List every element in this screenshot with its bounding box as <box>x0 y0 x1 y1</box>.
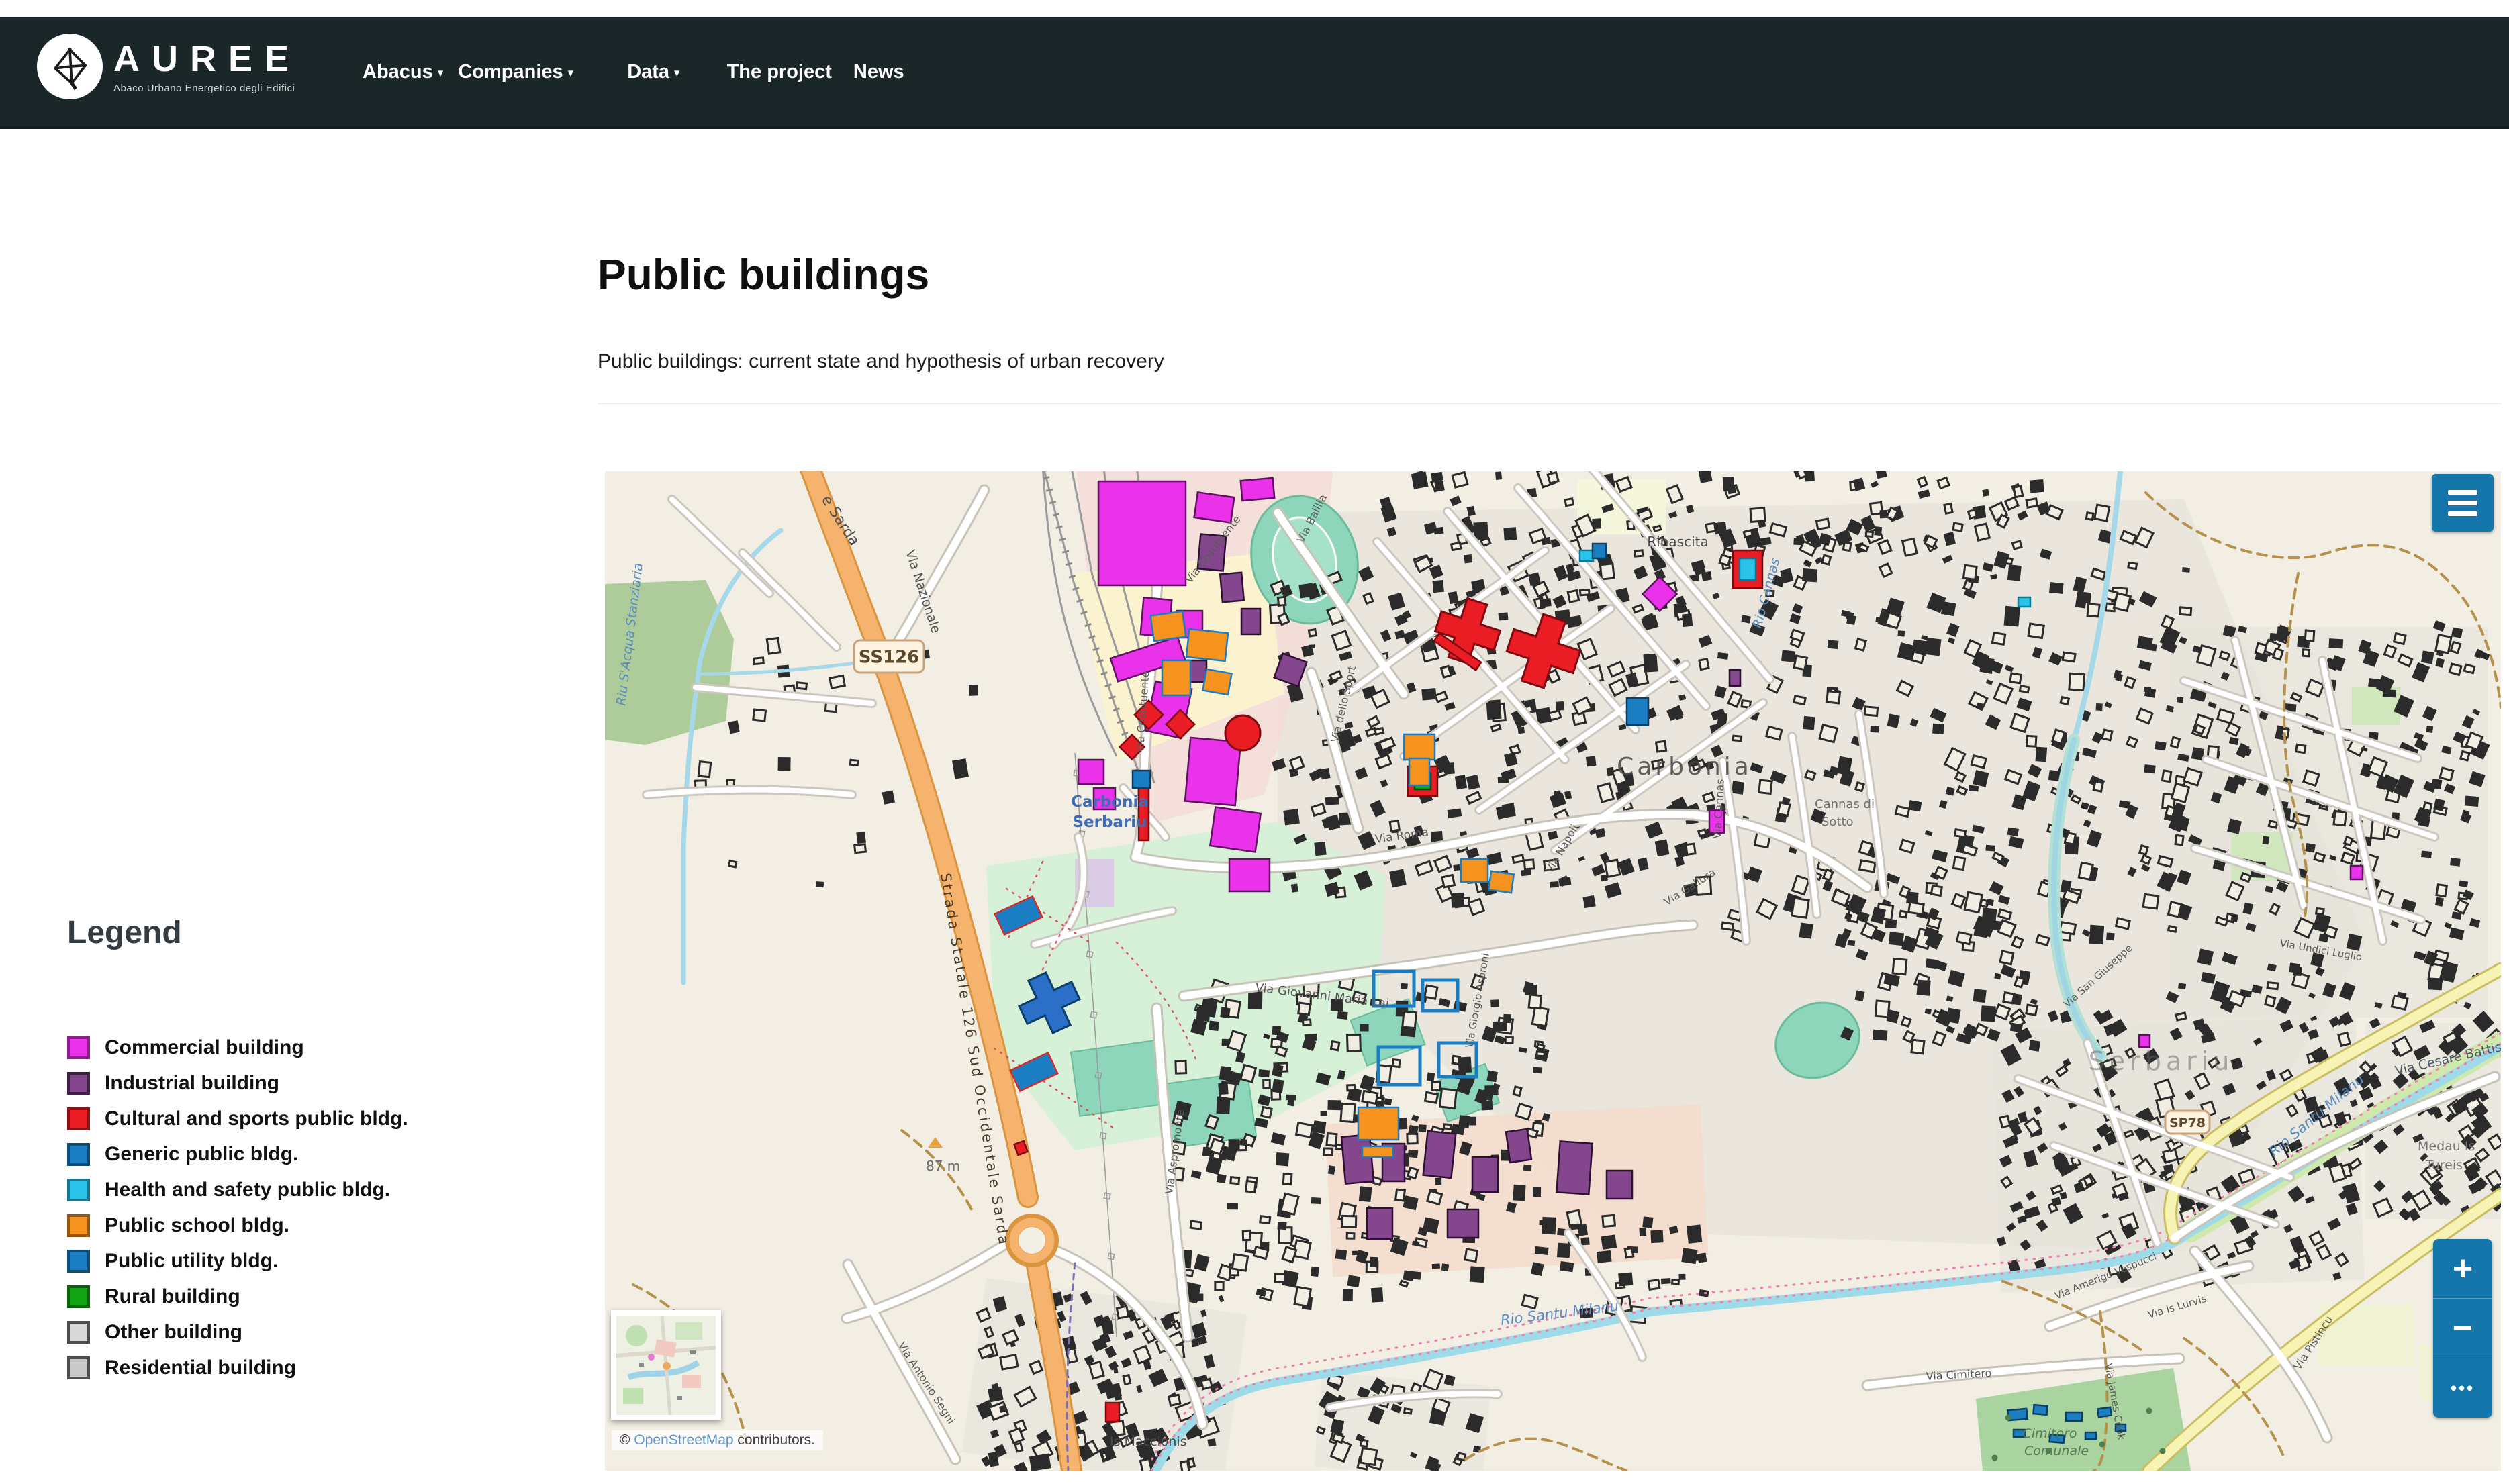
navbar: AUREE Abaco Urbano Energetico degli Edif… <box>0 17 2509 129</box>
legend-label: Residential building <box>105 1356 296 1379</box>
legend-item: Commercial building <box>67 1030 408 1065</box>
minimap-image <box>616 1316 716 1415</box>
legend-label: Public school bldg. <box>105 1214 289 1237</box>
menu-icon <box>2448 490 2477 495</box>
brand-name: AUREE <box>113 41 301 77</box>
brand-tagline: Abaco Urbano Energetico degli Edifici <box>113 83 301 94</box>
legend-item: Cultural and sports public bldg. <box>67 1101 408 1136</box>
legend-item: Industrial building <box>67 1065 408 1101</box>
map-label: Medau Is <box>2418 1139 2475 1154</box>
map-label: Is Maccionis <box>1110 1434 1187 1449</box>
map-label: Rinascita <box>1647 534 1708 550</box>
nav-item-news[interactable]: News <box>853 61 904 83</box>
nav-item-data[interactable]: Data▾ <box>627 61 679 83</box>
legend-item: Other building <box>67 1314 408 1350</box>
legend-label: Other building <box>105 1321 242 1344</box>
legend-swatch <box>67 1179 90 1201</box>
logo-kite-icon <box>46 43 93 90</box>
zoom-in-button[interactable]: + <box>2433 1239 2492 1299</box>
map-label: Cannas di <box>1815 797 1875 811</box>
map-label: Cimitero <box>2023 1426 2077 1441</box>
nav-menu: Abacus▾ Companies▾ Data▾ The project News <box>363 17 904 126</box>
chevron-down-icon: ▾ <box>568 66 574 79</box>
openstreetmap-link[interactable]: OpenStreetMap <box>634 1432 733 1448</box>
map-label: Carbonia <box>1071 793 1149 811</box>
legend-item: Residential building <box>67 1350 408 1385</box>
road-badge: SP78 <box>2169 1116 2206 1130</box>
overview-minimap[interactable] <box>611 1310 721 1420</box>
legend-swatch <box>67 1107 90 1130</box>
legend-label: Public utility bldg. <box>105 1250 278 1273</box>
basemap: e SardaVia NazionaleStrada Statale 126 S… <box>605 471 2501 1471</box>
brand[interactable]: AUREE Abaco Urbano Energetico degli Edif… <box>37 23 301 99</box>
chevron-down-icon: ▾ <box>674 66 680 79</box>
nav-item-the-project[interactable]: The project <box>727 61 832 83</box>
layers-menu-button[interactable] <box>2432 474 2494 532</box>
legend-label: Cultural and sports public bldg. <box>105 1107 408 1130</box>
map-attribution: © OpenStreetMap contributors. <box>612 1430 823 1450</box>
page-title: Public buildings <box>598 250 929 299</box>
legend-swatch <box>67 1214 90 1237</box>
map-label: Carbonia <box>1617 753 1752 781</box>
legend-item: Generic public bldg. <box>67 1136 408 1172</box>
legend-items: Commercial building Industrial building Cu… <box>67 1030 408 1385</box>
legend-item: Public school bldg. <box>67 1207 408 1243</box>
legend-label: Health and safety public bldg. <box>105 1179 390 1201</box>
elevation-label: 87 m <box>926 1158 960 1174</box>
map-canvas[interactable]: e SardaVia NazionaleStrada Statale 126 S… <box>605 471 2501 1471</box>
map-label: Serbariu <box>2089 1046 2234 1076</box>
map-label: Serbariu <box>1072 813 1147 831</box>
map-label: Comunale <box>2024 1444 2089 1458</box>
legend-label: Industrial building <box>105 1072 279 1095</box>
legend-item: Rural building <box>67 1279 408 1314</box>
road-badge: SS126 <box>859 647 920 667</box>
more-options-button[interactable]: ••• <box>2433 1358 2492 1418</box>
legend-label: Rural building <box>105 1285 240 1308</box>
chevron-down-icon: ▾ <box>438 66 444 79</box>
legend-label: Commercial building <box>105 1036 304 1059</box>
nav-item-companies[interactable]: Companies▾ <box>458 61 573 83</box>
legend: Legend Commercial buildingIndustrial bui… <box>67 914 182 1032</box>
legend-swatch <box>67 1356 90 1379</box>
legend-item: Public utility bldg. <box>67 1243 408 1279</box>
legend-item: Health and safety public bldg. <box>67 1172 408 1207</box>
page-subtitle: Public buildings: current state and hypo… <box>598 350 1164 373</box>
map-label: Tureis <box>2425 1158 2463 1173</box>
nav-item-abacus[interactable]: Abacus▾ <box>363 61 443 83</box>
legend-swatch <box>67 1072 90 1095</box>
divider <box>598 403 2501 404</box>
legend-swatch <box>67 1285 90 1308</box>
zoom-out-button[interactable]: − <box>2433 1299 2492 1358</box>
map-label: Sotto <box>1821 815 1854 829</box>
legend-swatch <box>67 1321 90 1344</box>
legend-swatch <box>67 1250 90 1273</box>
auree-logo-icon <box>37 34 103 99</box>
legend-swatch <box>67 1143 90 1166</box>
zoom-controls: + − ••• <box>2433 1239 2492 1418</box>
legend-swatch <box>67 1036 90 1059</box>
legend-title: Legend <box>67 914 182 951</box>
legend-label: Generic public bldg. <box>105 1143 298 1166</box>
